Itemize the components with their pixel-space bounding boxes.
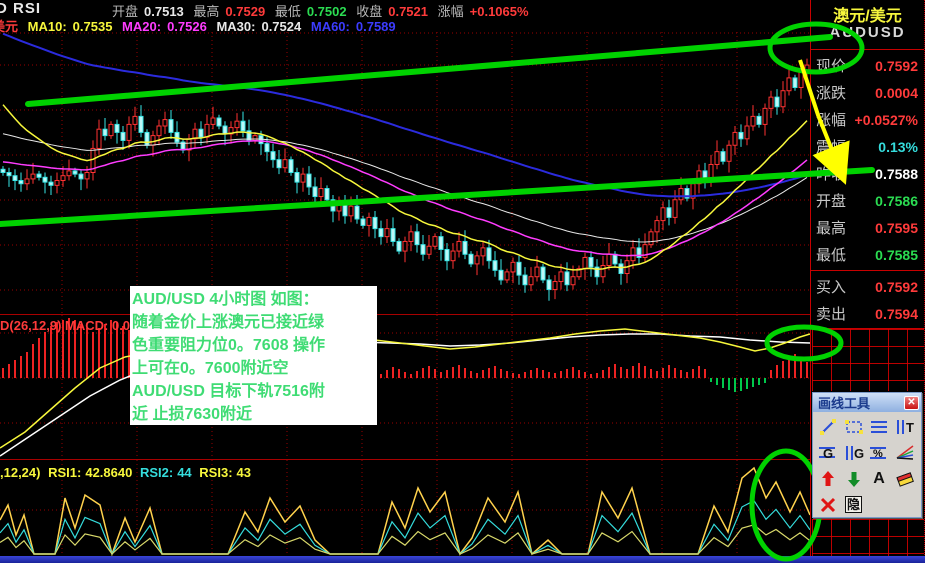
delete-icon[interactable]: [816, 494, 840, 515]
svg-text:G: G: [854, 446, 864, 461]
panel-divider[interactable]: [0, 314, 810, 315]
quote-row-high: 最高 0.7595: [811, 214, 924, 241]
drawing-tools-titlebar[interactable]: 画线工具 ✕: [813, 393, 921, 412]
rsi3-value: 43: [236, 465, 251, 480]
quote-row-change: 涨跌 0.0004: [811, 79, 924, 106]
ma60-label: MA60:: [310, 19, 350, 34]
drawing-tools-grid: T G G % A 隐: [813, 412, 921, 519]
rsi1-label: RSI1:: [48, 465, 82, 480]
text-tool-icon[interactable]: A: [867, 468, 891, 489]
trend-line-icon[interactable]: [816, 416, 840, 437]
parallel-lines-icon[interactable]: [867, 416, 891, 437]
svg-text:%: %: [873, 448, 883, 460]
drawing-tools-window[interactable]: 画线工具 ✕ T G G % A 隐: [812, 392, 922, 518]
drawing-tools-title: 画线工具: [818, 396, 871, 411]
quote-value: 0.7594: [875, 305, 918, 322]
quote-rows: 现价 0.7592 涨跌 0.0004 涨幅 +0.0527% 震幅 0.13% 昨收 0…: [811, 52, 924, 268]
quote-value: 0.7586: [875, 192, 918, 209]
quote-label: 震幅: [816, 139, 847, 156]
quote-row-last: 现价 0.7592: [811, 52, 924, 79]
quote-value: 0.13%: [878, 138, 918, 155]
quote-value: 0.0004: [875, 84, 918, 101]
rsi2-label: RSI2:: [139, 465, 174, 480]
bid-ask-rows: 买入 0.7592 卖出 0.7594: [811, 273, 924, 327]
horizontal-scrollbar[interactable]: [0, 556, 925, 563]
ma30-value: 0.7524: [261, 19, 302, 34]
quote-label: 开盘: [816, 193, 847, 210]
quote-label: 昨收: [816, 166, 847, 183]
sidebar-grid-area: [812, 519, 924, 556]
note-line: 上可在0。7600附近空: [132, 360, 289, 377]
ma-readout: 美元 MA10: 0.7535 MA20: 0.7526 MA30: 0.7524 M…: [0, 16, 402, 35]
pair-symbol[interactable]: AUDUSD: [811, 24, 924, 41]
chart-header: D RSI 开盘 0.7513 最高 0.7529 最低 0.7502 收盘 0.752…: [0, 0, 810, 35]
quote-value: 0.7592: [875, 57, 918, 74]
quote-label: 最低: [816, 247, 847, 264]
close-icon[interactable]: ✕: [904, 395, 919, 410]
note-line: 色重要阻力位0。7608 操作: [132, 337, 325, 354]
trading-app-window: D RSI 开盘 0.7513 最高 0.7529 最低 0.7502 收盘 0.752…: [0, 0, 925, 563]
note-line: 随着金价上涨澳元已接近绿: [132, 314, 325, 331]
sidebar-separator: [811, 270, 924, 271]
macd-indicator-label: D(26,12,9) MACD: 0.0003: [0, 318, 152, 333]
change-value: +0.1065%: [469, 4, 529, 19]
ma20-value: 0.7526: [167, 19, 207, 34]
note-line: 近 止损7630附近: [132, 406, 253, 423]
golden-horizontal-icon[interactable]: G: [816, 442, 840, 463]
arrow-down-icon[interactable]: [842, 468, 866, 489]
quote-row-bid: 买入 0.7592: [811, 273, 924, 300]
ma10-value: 0.7535: [72, 19, 113, 34]
golden-vertical-icon[interactable]: G: [842, 442, 866, 463]
hide-tool-icon[interactable]: 隐: [842, 494, 866, 515]
rsi-params: ,12,24): [0, 465, 41, 480]
arrow-up-icon[interactable]: [816, 468, 840, 489]
quote-value: 0.7592: [875, 278, 918, 295]
indicator-tabs-label[interactable]: D RSI: [0, 0, 41, 17]
quote-row-ask: 卖出 0.7594: [811, 300, 924, 327]
quote-label: 卖出: [816, 306, 847, 323]
note-line: AUD/USD 目标下轨7516附: [132, 383, 325, 400]
quote-value: 0.7595: [875, 219, 918, 236]
quote-value: 0.7588: [875, 165, 918, 182]
quote-label: 最高: [816, 220, 847, 237]
quote-label: 涨跌: [816, 85, 847, 102]
quote-value: 0.7585: [875, 246, 918, 263]
fan-lines-icon[interactable]: [893, 442, 917, 463]
quote-row-open: 开盘 0.7586: [811, 187, 924, 214]
quote-row-prev-close: 昨收 0.7588: [811, 160, 924, 187]
vertical-lines-text-icon[interactable]: T: [893, 416, 917, 437]
quote-value: +0.0527%: [854, 111, 918, 128]
quote-label: 买入: [816, 279, 847, 296]
ma30-label: MA30:: [216, 19, 256, 34]
change-label: 涨幅: [437, 4, 464, 19]
analysis-note: AUD/USD 4小时图 如图： 随着金价上涨澳元已接近绿 色重要阻力位0。76…: [130, 286, 377, 425]
ma10-label: MA10:: [27, 19, 67, 34]
symbol-fragment: 美元: [0, 19, 19, 34]
quote-row-change-pct: 涨幅 +0.0527%: [811, 106, 924, 133]
svg-text:T: T: [906, 420, 914, 435]
rsi3-label: RSI3:: [199, 465, 233, 480]
sidebar-separator: [811, 49, 924, 50]
rectangle-icon[interactable]: [842, 416, 866, 437]
sidebar-grid-area: [812, 329, 924, 391]
rsi2-value: 44: [177, 465, 192, 480]
ma20-label: MA20:: [122, 19, 162, 34]
quote-row-amplitude: 震幅 0.13%: [811, 133, 924, 160]
ma60-value: 0.7589: [355, 19, 396, 34]
quote-label: 现价: [816, 58, 847, 75]
quote-row-low: 最低 0.7585: [811, 241, 924, 268]
rsi-indicator-label: ,12,24) RSI1: 42.8640 RSI2: 44 RSI3: 43: [0, 465, 255, 480]
svg-text:G: G: [823, 446, 833, 461]
percent-lines-icon[interactable]: %: [867, 442, 891, 463]
panel-divider[interactable]: [0, 459, 810, 460]
pair-title[interactable]: 澳元/美元: [811, 2, 924, 26]
eraser-icon[interactable]: [893, 468, 917, 489]
quote-label: 涨幅: [816, 112, 847, 129]
note-line: AUD/USD 4小时图 如图：: [132, 291, 319, 308]
rsi1-value: 42.8640: [85, 465, 133, 480]
macd-panel[interactable]: [0, 315, 810, 459]
candlestick-chart[interactable]: [0, 32, 810, 314]
